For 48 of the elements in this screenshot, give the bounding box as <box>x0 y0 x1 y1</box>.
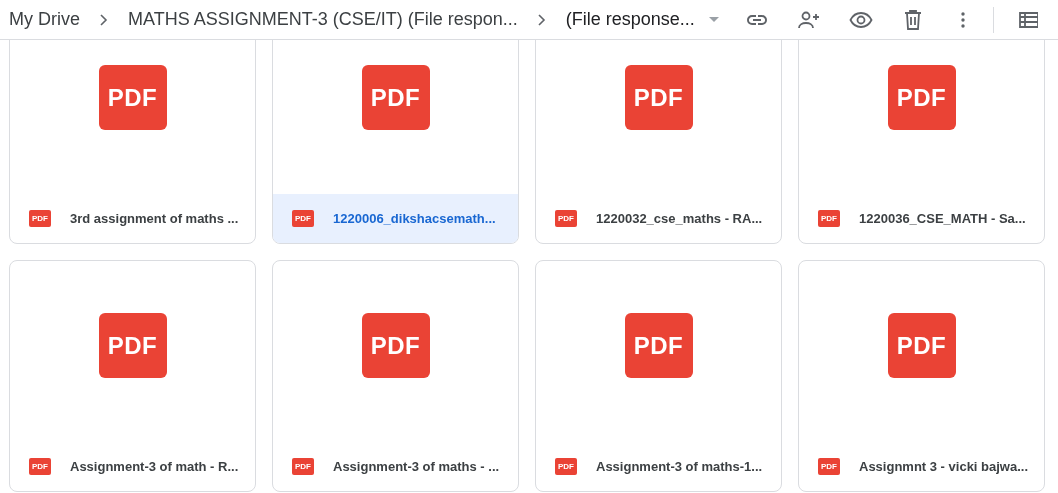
file-card[interactable]: PDF PDF 1220032_cse_maths - RA... <box>535 40 782 244</box>
file-name-bar[interactable]: PDF 1220036_CSE_MATH - Sa... <box>799 194 1044 243</box>
file-card[interactable]: PDF PDF Assignment-3 of math - R... <box>9 260 256 492</box>
file-name: 1220032_cse_maths - RA... <box>596 211 763 226</box>
file-name-bar[interactable]: PDF Assignmnt 3 - vicki bajwa... <box>799 442 1044 491</box>
dropdown-caret-icon[interactable] <box>708 16 719 23</box>
file-card[interactable]: PDF PDF 3rd assignment of maths ... <box>9 40 256 244</box>
file-card[interactable]: PDF PDF Assignment-3 of maths-1... <box>535 260 782 492</box>
file-card[interactable]: PDF PDF Assignmnt 3 - vicki bajwa... <box>798 260 1045 492</box>
pdf-thumbnail-icon: PDF <box>624 65 693 130</box>
list-view-icon[interactable] <box>1017 9 1038 30</box>
pdf-icon: PDF <box>29 210 51 227</box>
file-name: 1220036_CSE_MATH - Sa... <box>859 211 1026 226</box>
pdf-thumbnail-icon: PDF <box>98 313 167 378</box>
file-name-bar[interactable]: PDF Assignment-3 of maths - ... <box>273 442 518 491</box>
file-name: Assignment-3 of math - R... <box>70 459 239 474</box>
file-name: 1220006_dikshacsemath... <box>333 211 496 226</box>
pdf-thumbnail-icon: PDF <box>887 313 956 378</box>
file-card[interactable]: PDF PDF 1220006_dikshacsemath... <box>272 40 519 244</box>
more-icon[interactable] <box>960 11 965 28</box>
file-name: Assignment-3 of maths - ... <box>333 459 500 474</box>
file-name-bar[interactable]: PDF Assignment-3 of math - R... <box>10 442 255 491</box>
breadcrumb-item[interactable]: My Drive <box>9 9 80 30</box>
pdf-thumbnail-icon: PDF <box>624 313 693 378</box>
pdf-thumbnail-icon: PDF <box>98 65 167 130</box>
chevron-icon <box>98 12 108 27</box>
pdf-thumbnail-icon: PDF <box>361 65 430 130</box>
pdf-thumbnail-icon: PDF <box>361 313 430 378</box>
pdf-icon: PDF <box>292 210 314 227</box>
pdf-icon: PDF <box>555 210 577 227</box>
file-name: Assignment-3 of maths-1... <box>596 459 763 474</box>
file-name-bar[interactable]: PDF Assignment-3 of maths-1... <box>536 442 781 491</box>
file-name: Assignmnt 3 - vicki bajwa... <box>859 459 1029 474</box>
chevron-icon <box>535 12 546 27</box>
pdf-thumbnail-icon: PDF <box>887 65 956 130</box>
file-name-bar[interactable]: PDF 1220032_cse_maths - RA... <box>536 194 781 243</box>
pdf-icon: PDF <box>818 210 840 227</box>
breadcrumb-item[interactable]: MATHS ASSIGNMENT-3 (CSE/IT) (File respon... <box>128 9 518 30</box>
pdf-icon: PDF <box>555 458 577 475</box>
file-name-bar[interactable]: PDF 1220006_dikshacsemath... <box>273 194 518 243</box>
file-name-bar[interactable]: PDF 3rd assignment of maths ... <box>10 194 255 243</box>
pdf-icon: PDF <box>292 458 314 475</box>
file-name: 3rd assignment of maths ... <box>70 211 239 226</box>
breadcrumb-item[interactable]: (File response... <box>565 9 719 30</box>
file-card[interactable]: PDF PDF Assignment-3 of maths - ... <box>272 260 519 492</box>
file-card[interactable]: PDF PDF 1220036_CSE_MATH - Sa... <box>798 40 1045 244</box>
pdf-icon: PDF <box>29 458 51 475</box>
pdf-icon: PDF <box>818 458 840 475</box>
